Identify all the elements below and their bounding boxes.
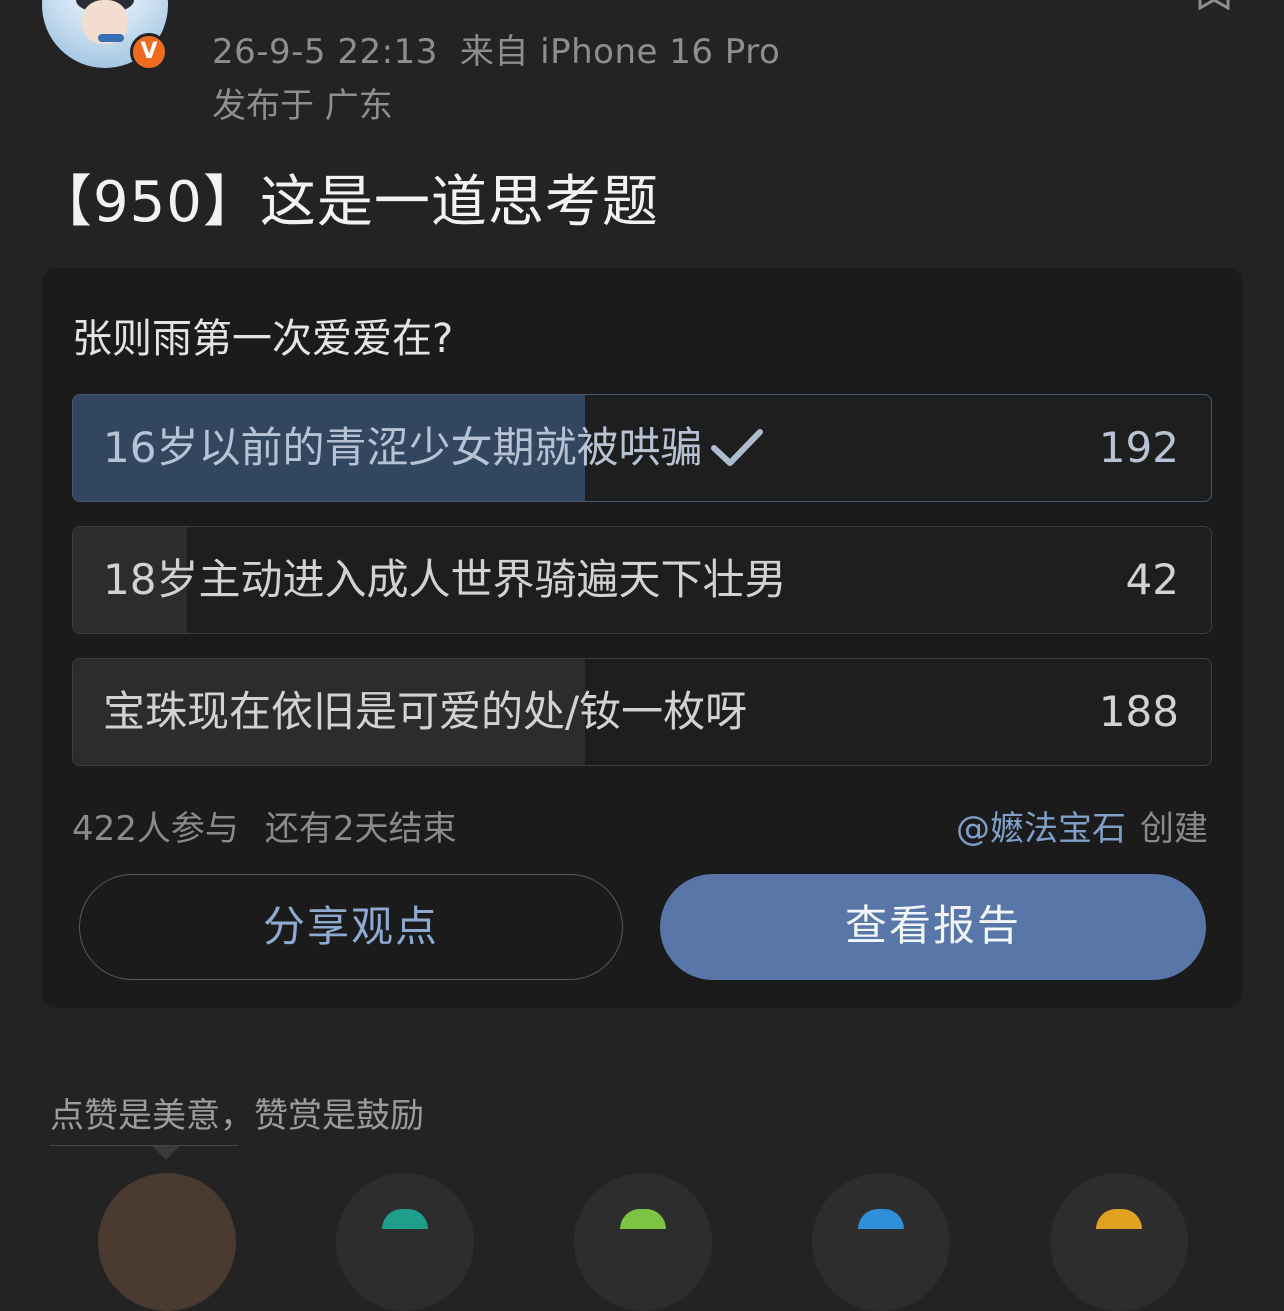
- reward-avatar-1[interactable]: [98, 1173, 236, 1311]
- post-title: 【950】这是一道思考题: [36, 170, 659, 235]
- reward-avatar-4[interactable]: [812, 1173, 950, 1311]
- check-icon: [711, 429, 764, 466]
- poll-option-1[interactable]: 16岁以前的青涩少女期就被哄骗 192: [72, 394, 1212, 502]
- reward-avatar-icon: [1096, 1209, 1142, 1229]
- poll-option-2[interactable]: 18岁主动进入成人世界骑遍天下壮男 42: [72, 526, 1212, 634]
- poll-option-label: 宝珠现在依旧是可爱的处/钕一枚呀: [103, 687, 748, 736]
- poll-option-count: 188: [1098, 687, 1179, 736]
- view-report-button[interactable]: 查看报告: [660, 874, 1206, 980]
- poll-option-label: 18岁主动进入成人世界骑遍天下壮男: [103, 555, 787, 604]
- poll-option-count: 192: [1098, 423, 1179, 472]
- poll-creator: @嬷法宝石 创建: [956, 801, 1208, 850]
- verified-badge-icon: V: [130, 33, 168, 71]
- poll-question: 张则雨第一次爱爱在?: [72, 316, 454, 362]
- reward-avatar-3[interactable]: [574, 1173, 712, 1311]
- avatar-mic: [98, 34, 124, 42]
- post-location: 发布于 广东: [212, 86, 393, 126]
- poll-card: 张则雨第一次爱爱在? 16岁以前的青涩少女期就被哄骗 192 18岁主动进入成人…: [42, 268, 1242, 1008]
- reward-avatar-icon: [620, 1209, 666, 1229]
- reward-avatar-icon: [382, 1209, 428, 1229]
- reward-avatar-5[interactable]: [1050, 1173, 1188, 1311]
- poll-remaining: 还有2天结束: [264, 809, 457, 849]
- post-meta: 26-9-5 22:13 来自 iPhone 16 Pro: [212, 24, 780, 73]
- creator-handle-link[interactable]: @嬷法宝石: [956, 809, 1126, 849]
- share-opinion-button[interactable]: 分享观点: [79, 874, 623, 980]
- post-timestamp: 26-9-5 22:13: [212, 32, 438, 72]
- poll-option-3[interactable]: 宝珠现在依旧是可爱的处/钕一枚呀 188: [72, 658, 1212, 766]
- poll-option-count: 42: [1125, 555, 1179, 604]
- reward-text: 点赞是美意，赞赏是鼓励: [50, 1096, 424, 1136]
- poll-participants: 422人参与: [72, 809, 239, 849]
- bookmark-icon[interactable]: [1198, 0, 1230, 10]
- reward-divider: [50, 1145, 238, 1146]
- poll-option-label: 16岁以前的青涩少女期就被哄骗: [103, 423, 703, 472]
- poll-stats: 422人参与 还有2天结束: [72, 801, 457, 850]
- reward-caret-icon: [152, 1146, 180, 1160]
- reward-avatar-icon: [858, 1209, 904, 1229]
- creator-suffix: 创建: [1140, 809, 1208, 849]
- post-source: 来自 iPhone 16 Pro: [459, 32, 781, 72]
- reward-avatar-2[interactable]: [336, 1173, 474, 1311]
